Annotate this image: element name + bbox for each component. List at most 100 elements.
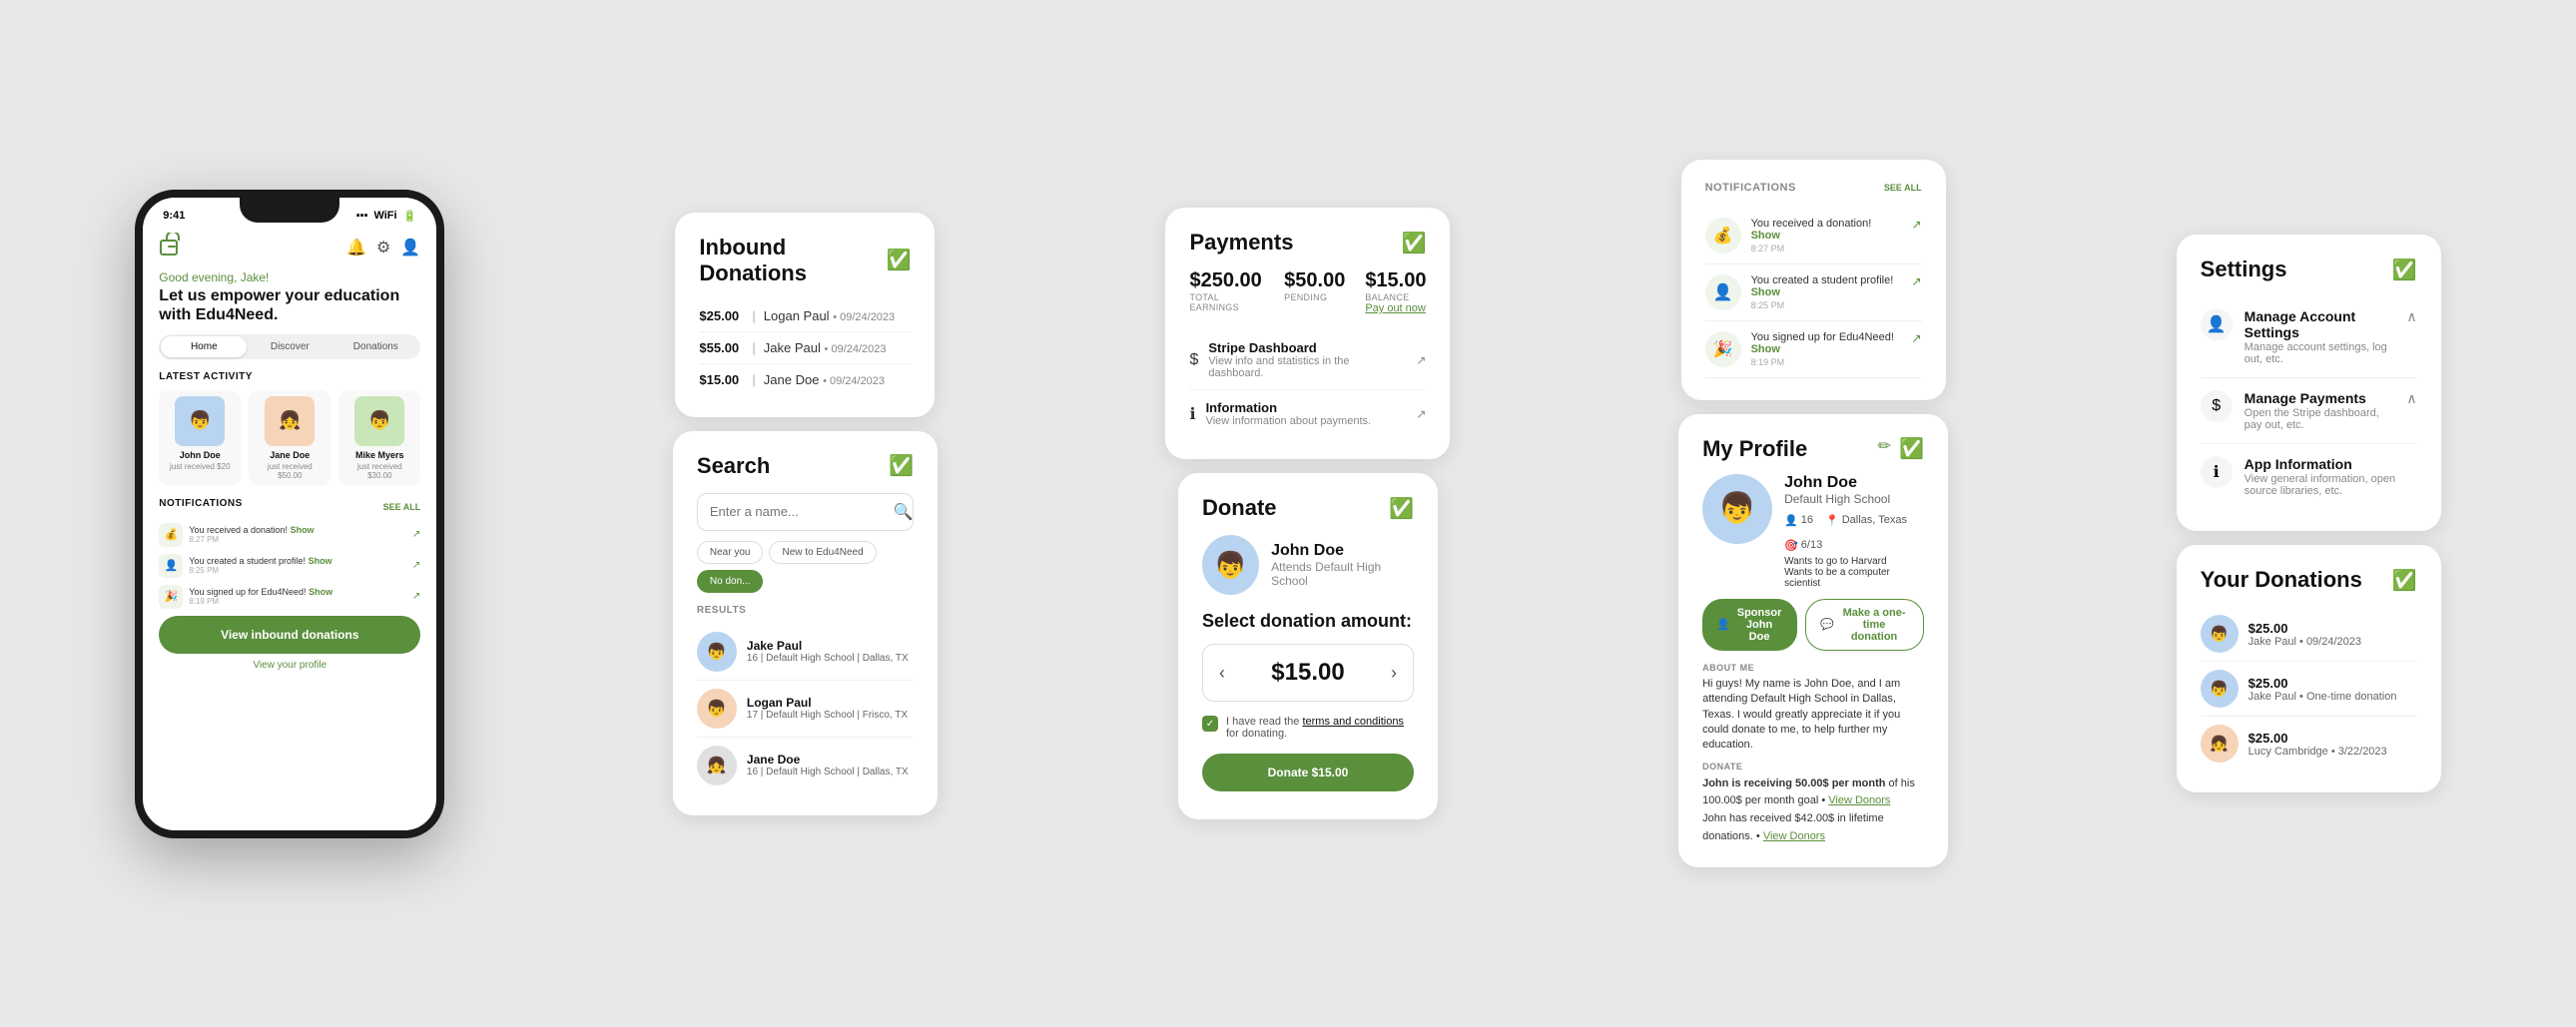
user-icon[interactable]: 👤 — [400, 238, 420, 257]
activity-avatar-1: 👧 — [265, 396, 315, 446]
result-info-2: Jane Doe 16 | Default High School | Dall… — [747, 753, 909, 777]
result-sub-0: 16 | Default High School | Dallas, TX — [747, 653, 909, 664]
profile-goal-1: Wants to be a computer scientist — [1784, 567, 1924, 589]
activity-card-0[interactable]: 👦 John Doe just received $20 — [159, 390, 241, 486]
amount-increase-button[interactable]: › — [1391, 663, 1397, 684]
notif-panel-icon-2: 🎉 — [1705, 331, 1741, 367]
profile-info: John Doe Default High School 👤 16 📍 Dall… — [1784, 474, 1924, 589]
nav-tab-discover[interactable]: Discover — [247, 336, 332, 357]
your-donations-check-icon: ✅ — [2392, 568, 2417, 593]
activity-card-2[interactable]: 👦 Mike Myers just received $30.00 — [338, 390, 420, 486]
profile-card-actions: ✏ ✅ — [1878, 436, 1924, 461]
your-donation-sub-2: Lucy Cambridge • 3/22/2023 — [2249, 746, 2387, 758]
notif-show-1[interactable]: Show — [309, 556, 332, 566]
terms-checkbox[interactable]: ✓ — [1202, 716, 1218, 732]
notif-action-0[interactable]: ↗ — [412, 529, 420, 540]
settings-item-1[interactable]: $ Manage Payments Open the Stripe dashbo… — [2201, 378, 2417, 444]
search-icon[interactable]: 🔍 — [894, 502, 914, 522]
settings-item-0[interactable]: 👤 Manage Account Settings Manage account… — [2201, 296, 2417, 378]
notif-show-0[interactable]: Show — [291, 525, 315, 535]
filter-new[interactable]: New to Edu4Need — [769, 541, 876, 564]
donate-title: Donate — [1202, 495, 1277, 521]
payment-link-0[interactable]: $ Stripe Dashboard View info and statist… — [1189, 330, 1426, 390]
profile-stat-location: 📍 Dallas, Texas — [1825, 514, 1907, 527]
your-donation-row-1[interactable]: 👦 $25.00 Jake Paul • One-time donation — [2201, 662, 2417, 717]
donate-once-icon: 💬 — [1820, 618, 1834, 631]
activity-sub-1: just received $50.00 — [255, 462, 324, 480]
notif-time-1: 8:25 PM — [189, 566, 406, 575]
activity-avatar-img-0: 👦 — [175, 396, 225, 446]
settings-chevron-0: ∧ — [2406, 308, 2416, 325]
amount-value: $15.00 — [1271, 659, 1344, 687]
notif-action-2[interactable]: ↗ — [412, 591, 420, 602]
notif-panel-text-0: You received a donation! Show 8:27 PM — [1751, 218, 1902, 254]
notif-panel-show-1[interactable]: Show — [1751, 286, 1780, 298]
phone-see-all[interactable]: SEE ALL — [383, 502, 421, 512]
settings-payments-icon: $ — [2201, 390, 2233, 422]
notif-action-1[interactable]: ↗ — [412, 560, 420, 571]
search-input[interactable] — [710, 504, 886, 519]
your-donation-info-1: $25.00 Jake Paul • One-time donation — [2249, 676, 2397, 703]
payments-card-header: Payments ✅ — [1189, 230, 1426, 256]
wifi-icon: WiFi — [373, 210, 396, 222]
activity-card-1[interactable]: 👧 Jane Doe just received $50.00 — [249, 390, 330, 486]
profile-edit-icon[interactable]: ✏ — [1878, 436, 1891, 461]
settings-item-2[interactable]: ℹ App Information View general informati… — [2201, 444, 2417, 509]
your-donation-avatar-0: 👦 — [2201, 615, 2239, 653]
gear-icon[interactable]: ⚙ — [376, 238, 390, 257]
notif-panel-show-0[interactable]: Show — [1751, 230, 1780, 242]
notif-msg-1: You created a student profile! — [189, 556, 306, 566]
view-donations-button[interactable]: View inbound donations — [159, 616, 420, 654]
view-donors-link-1[interactable]: View Donors — [1828, 794, 1890, 806]
nav-tab-home[interactable]: Home — [161, 336, 247, 357]
notif-show-2[interactable]: Show — [309, 587, 332, 597]
donate-button[interactable]: Donate $15.00 — [1202, 754, 1414, 791]
activity-name-0: John Doe — [165, 450, 235, 460]
donate-card-header: Donate ✅ — [1202, 495, 1414, 521]
donate-once-button[interactable]: 💬 Make a one-time donation — [1805, 599, 1924, 651]
notif-panel-item-1: 👤 You created a student profile! Show 8:… — [1705, 264, 1922, 321]
search-input-row[interactable]: 🔍 — [697, 493, 914, 531]
result-item-2[interactable]: 👧 Jane Doe 16 | Default High School | Da… — [697, 738, 914, 793]
result-info-0: Jake Paul 16 | Default High School | Dal… — [747, 639, 909, 664]
search-check-icon: ✅ — [889, 453, 914, 478]
donate-profile-info: John Doe Attends Default High School — [1271, 542, 1414, 588]
phone-notif-label: NOTIFICATIONS — [159, 498, 243, 509]
your-donation-row-2[interactable]: 👧 $25.00 Lucy Cambridge • 3/22/2023 — [2201, 717, 2417, 770]
your-donation-amount-1: $25.00 — [2249, 676, 2397, 691]
your-donation-amount-0: $25.00 — [2249, 621, 2361, 636]
your-donation-row-0[interactable]: 👦 $25.00 Jake Paul • 09/24/2023 — [2201, 607, 2417, 662]
notif-time-2: 8:19 PM — [189, 597, 406, 606]
notif-panel-action-1[interactable]: ↗ — [1912, 274, 1922, 288]
filter-near-you[interactable]: Near you — [697, 541, 764, 564]
amount-decrease-button[interactable]: ‹ — [1219, 663, 1225, 684]
payment-link-text-0: Stripe Dashboard View info and statistic… — [1208, 340, 1406, 379]
payment-link-text-1: Information View information about payme… — [1206, 400, 1407, 427]
payment-link-1[interactable]: ℹ Information View information about pay… — [1189, 390, 1426, 437]
view-profile-link[interactable]: View your profile — [159, 660, 420, 671]
sponsor-button[interactable]: 👤 Sponsor John Doe — [1702, 599, 1797, 651]
donation-name-1: Jake Paul • 09/24/2023 — [764, 340, 887, 355]
notif-panel-action-2[interactable]: ↗ — [1912, 331, 1922, 345]
view-donors-link-2[interactable]: View Donors — [1763, 830, 1825, 842]
profile-card-header: My Profile ✏ ✅ — [1702, 436, 1924, 462]
profile-actions-row: 👤 Sponsor John Doe 💬 Make a one-time don… — [1702, 599, 1924, 651]
notif-panel-action-0[interactable]: ↗ — [1912, 218, 1922, 232]
notif-panel-time-1: 8:25 PM — [1751, 300, 1902, 310]
donation-item-2: $15.00 | Jane Doe • 09/24/2023 — [699, 364, 911, 395]
result-item-0[interactable]: 👦 Jake Paul 16 | Default High School | D… — [697, 624, 914, 681]
your-donation-sub-0: Jake Paul • 09/24/2023 — [2249, 636, 2361, 648]
terms-link[interactable]: terms and conditions — [1302, 716, 1404, 728]
filter-no-don[interactable]: No don... — [697, 570, 764, 593]
notif-text-0: You received a donation! Show 8:27 PM — [189, 525, 406, 544]
notif-panel-see-all[interactable]: SEE ALL — [1884, 183, 1922, 193]
donation-name-2: Jane Doe • 09/24/2023 — [764, 372, 885, 387]
nav-tab-donations[interactable]: Donations — [332, 336, 418, 357]
result-item-1[interactable]: 👦 Logan Paul 17 | Default High School | … — [697, 681, 914, 738]
bell-icon[interactable]: 🔔 — [346, 238, 366, 257]
notif-msg-2: You signed up for Edu4Need! — [189, 587, 306, 597]
notif-panel-icon-1: 👤 — [1705, 274, 1741, 310]
pay-out-link[interactable]: Pay out now — [1365, 302, 1426, 314]
total-earnings-value: $250.00 — [1189, 269, 1264, 292]
notif-panel-show-2[interactable]: Show — [1751, 343, 1780, 355]
